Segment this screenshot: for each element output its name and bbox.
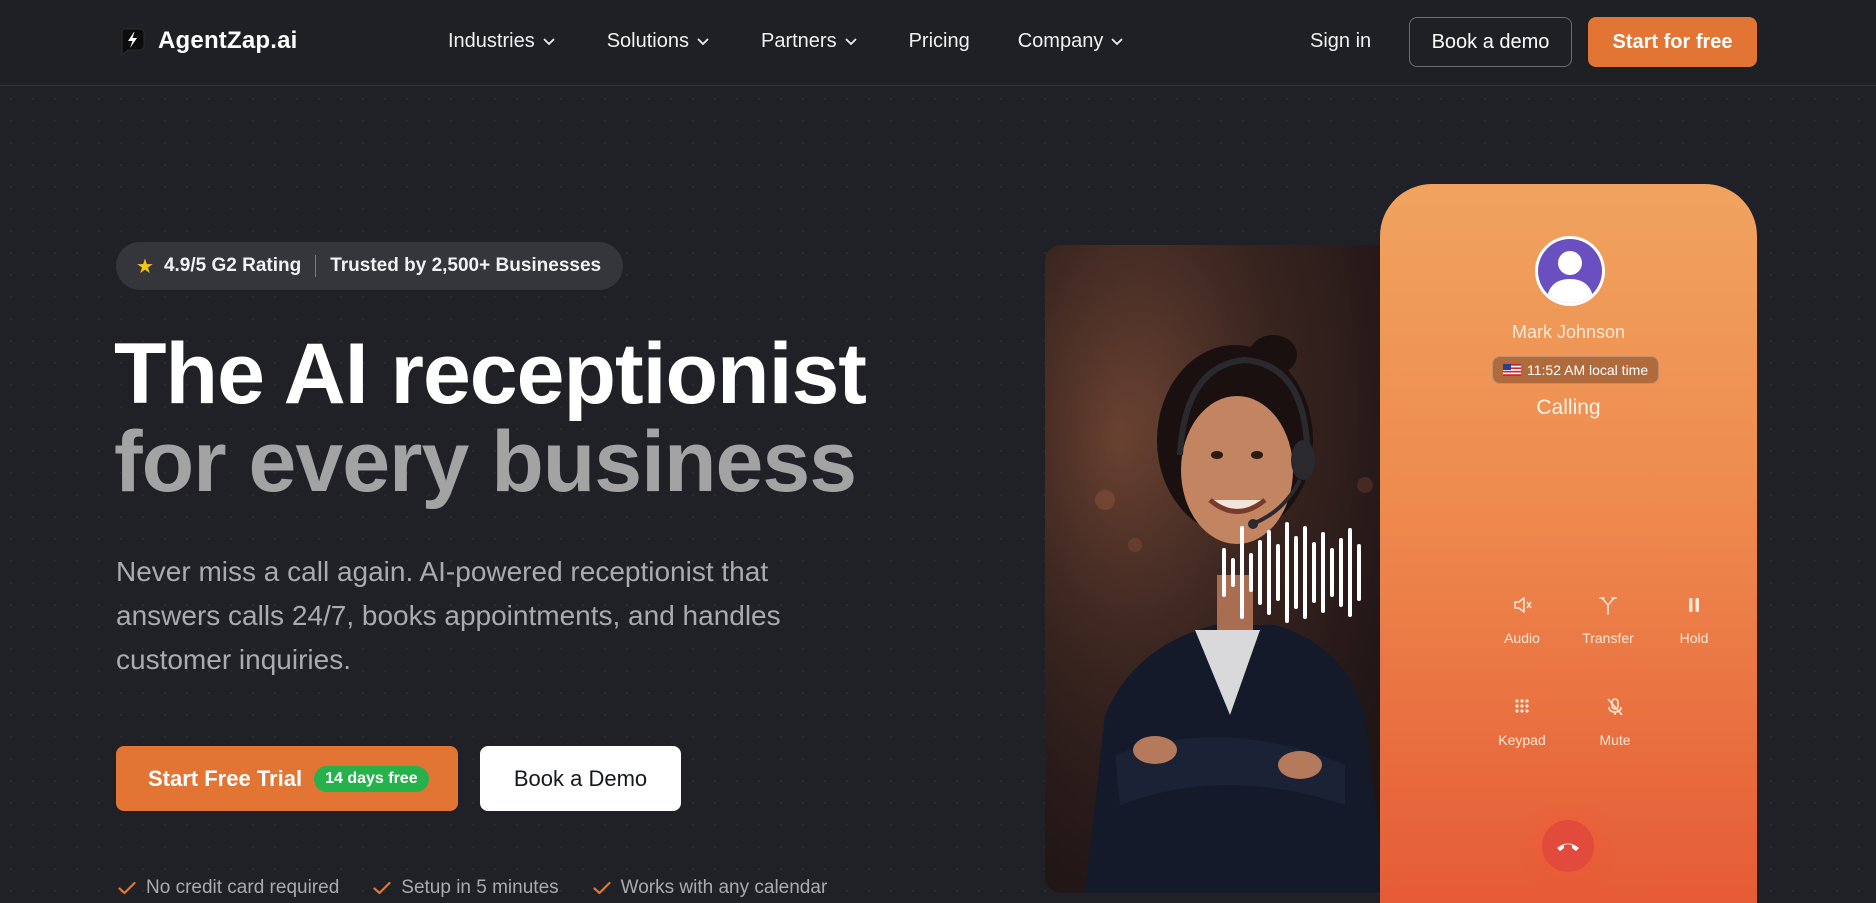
local-time-badge: 11:52 AM local time	[1492, 356, 1660, 384]
start-free-trial-label: Start Free Trial	[148, 765, 303, 791]
start-free-trial-button[interactable]: Start Free Trial 14 days free	[116, 746, 458, 811]
check-item: No credit card required	[118, 877, 339, 899]
chevron-down-icon	[845, 38, 856, 45]
keypad-control[interactable]: Keypad	[1482, 694, 1562, 748]
audio-control[interactable]: Audio	[1482, 592, 1562, 646]
main-menu: Industries Solutions Partners Pricing Co…	[448, 30, 1123, 53]
hangup-button[interactable]	[1542, 820, 1594, 872]
hold-control[interactable]: Hold	[1654, 592, 1734, 646]
mute-control[interactable]: Mute	[1575, 694, 1655, 748]
transfer-control[interactable]: Transfer	[1568, 592, 1648, 646]
hero-subtitle: Never miss a call again. AI-powered rece…	[116, 556, 781, 675]
phone-hangup-icon	[1557, 843, 1579, 851]
speaker-icon	[1514, 597, 1532, 613]
menu-industries[interactable]: Industries	[448, 30, 555, 53]
free-days-badge: 14 days free	[314, 765, 429, 792]
sound-wave-icon	[1222, 522, 1361, 623]
check-text: Works with any calendar	[620, 877, 828, 898]
logo[interactable]: AgentZap.ai	[118, 26, 298, 56]
logo-bolt-icon	[121, 28, 145, 56]
transfer-icon	[1599, 597, 1617, 615]
chevron-down-icon	[1111, 38, 1123, 45]
rating-text: 4.9/5 G2 Rating	[163, 255, 302, 276]
check-text: No credit card required	[146, 877, 340, 898]
audio-label: Audio	[1504, 630, 1540, 646]
user-avatar-icon	[1546, 251, 1594, 303]
chevron-down-icon	[543, 38, 555, 45]
hero-title-line2: for every business	[114, 414, 857, 510]
menu-industries-label: Industries	[448, 30, 535, 52]
mute-label: Mute	[1599, 732, 1631, 748]
menu-solutions[interactable]: Solutions	[607, 30, 709, 53]
pause-icon	[1689, 598, 1699, 612]
menu-pricing-label: Pricing	[908, 30, 970, 52]
caller-name: Mark Johnson	[1511, 322, 1626, 342]
hero-title: The AI receptionist for every business	[114, 326, 867, 510]
keypad-label: Keypad	[1498, 732, 1546, 748]
chevron-down-icon	[697, 38, 709, 45]
check-icon	[373, 881, 391, 895]
menu-partners-label: Partners	[761, 30, 837, 52]
feature-checklist: No credit card required Setup in 5 minut…	[118, 877, 827, 899]
menu-pricing[interactable]: Pricing	[909, 30, 970, 53]
caller-avatar	[1535, 236, 1605, 306]
local-time-text: 11:52 AM local time	[1527, 362, 1649, 378]
check-icon	[118, 881, 136, 895]
menu-company[interactable]: Company	[1018, 30, 1124, 53]
call-status: Calling	[1536, 396, 1601, 419]
check-item: Setup in 5 minutes	[373, 877, 559, 899]
start-free-nav-button[interactable]: Start for free	[1588, 17, 1757, 67]
phone-call-card: Mark Johnson 11:52 AM local time Calling…	[1380, 184, 1757, 903]
rating-badge: ★ 4.9/5 G2 Rating Trusted by 2,500+ Busi…	[116, 242, 624, 290]
transfer-label: Transfer	[1582, 630, 1634, 646]
hold-label: Hold	[1679, 630, 1709, 646]
book-demo-button[interactable]: Book a Demo	[480, 746, 681, 811]
check-item: Works with any calendar	[593, 877, 828, 899]
logo-text: AgentZap.ai	[158, 27, 298, 54]
book-demo-nav-button[interactable]: Book a demo	[1409, 17, 1572, 67]
check-icon	[593, 881, 611, 895]
check-text: Setup in 5 minutes	[401, 877, 559, 898]
trusted-text: Trusted by 2,500+ Businesses	[330, 255, 602, 276]
hero-title-line1: The AI receptionist	[114, 326, 867, 422]
keypad-icon	[1515, 699, 1529, 713]
top-navbar: AgentZap.ai Industries Solutions Partner…	[0, 0, 1876, 86]
menu-solutions-label: Solutions	[606, 30, 689, 52]
divider	[315, 255, 317, 277]
star-icon: ★	[136, 255, 154, 278]
mic-off-icon	[1607, 698, 1623, 716]
sign-in-link[interactable]: Sign in	[1310, 30, 1371, 53]
menu-partners[interactable]: Partners	[761, 30, 857, 53]
us-flag-icon	[1503, 364, 1521, 376]
menu-company-label: Company	[1017, 30, 1104, 52]
